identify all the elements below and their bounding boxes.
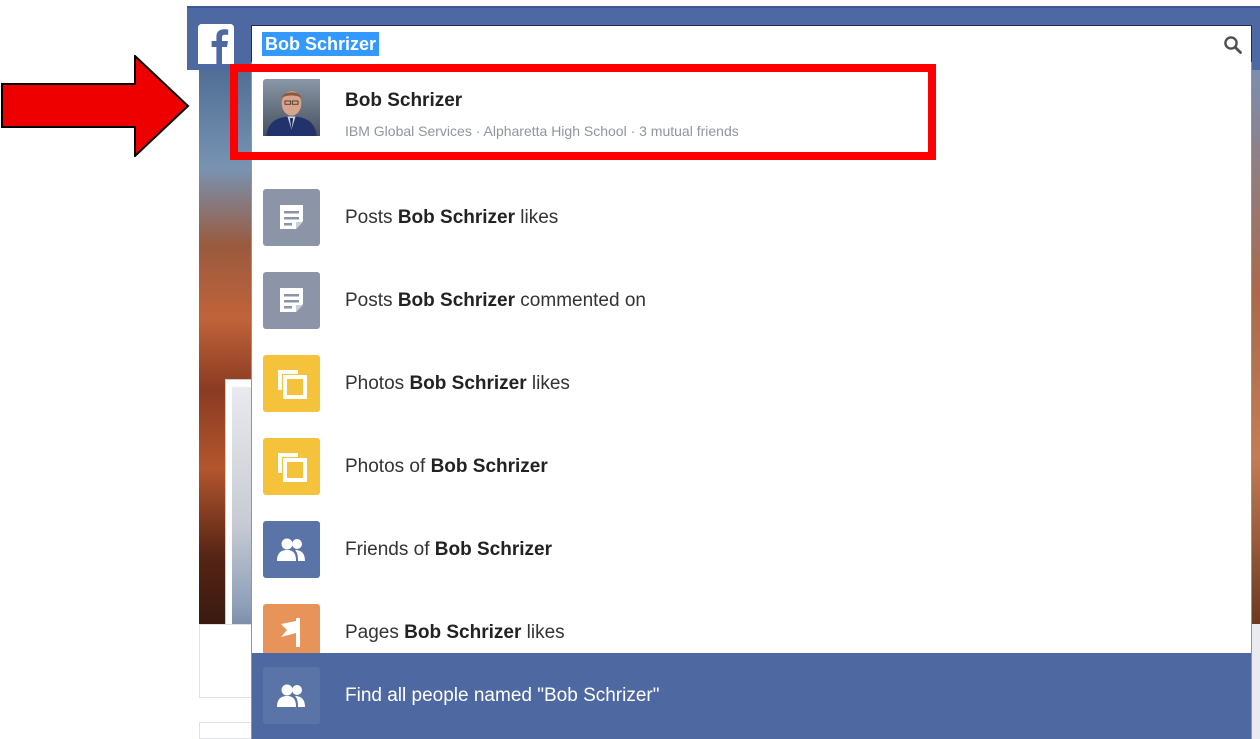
suggestion-text[interactable]: Posts Bob Schrizer likes (345, 176, 558, 259)
friends-icon (263, 667, 320, 724)
suggestion-text[interactable]: Photos of Bob Schrizer (345, 425, 548, 508)
suggestion-text[interactable]: Friends of Bob Schrizer (345, 508, 552, 591)
photos-icon (263, 355, 320, 412)
suggestion-text[interactable]: Photos Bob Schrizer likes (345, 342, 570, 425)
suggestion-row[interactable]: Posts Bob Schrizer commented on (252, 259, 1251, 342)
photos-icon (263, 438, 320, 495)
annotation-highlight-box (230, 64, 936, 160)
search-input[interactable]: Bob Schrizer (251, 25, 1252, 62)
page-card (199, 722, 259, 739)
friends-icon (263, 521, 320, 578)
facebook-logo-icon[interactable] (198, 24, 234, 64)
page-background (1252, 624, 1260, 739)
suggestion-row[interactable]: Posts Bob Schrizer likes (252, 176, 1251, 259)
search-suggestions-dropdown: Bob Schrizer IBM Global Services · Alpha… (251, 62, 1252, 739)
search-input-value[interactable]: Bob Schrizer (262, 32, 380, 56)
suggestion-text[interactable]: Posts Bob Schrizer commented on (345, 259, 646, 342)
find-all-people-row[interactable]: Find all people named "Bob Schrizer" (252, 653, 1251, 739)
suggestion-row[interactable]: Photos Bob Schrizer likes (252, 342, 1251, 425)
posts-icon (263, 189, 320, 246)
suggestion-row[interactable]: Photos of Bob Schrizer (252, 425, 1251, 508)
page-card (199, 624, 259, 698)
cover-photo-edge (1252, 68, 1260, 624)
find-all-people-label[interactable]: Find all people named "Bob Schrizer" (345, 653, 660, 739)
annotation-arrow-icon (1, 55, 190, 157)
posts-icon (263, 272, 320, 329)
search-icon[interactable] (1223, 35, 1243, 55)
suggestion-row[interactable]: Friends of Bob Schrizer (252, 508, 1251, 591)
